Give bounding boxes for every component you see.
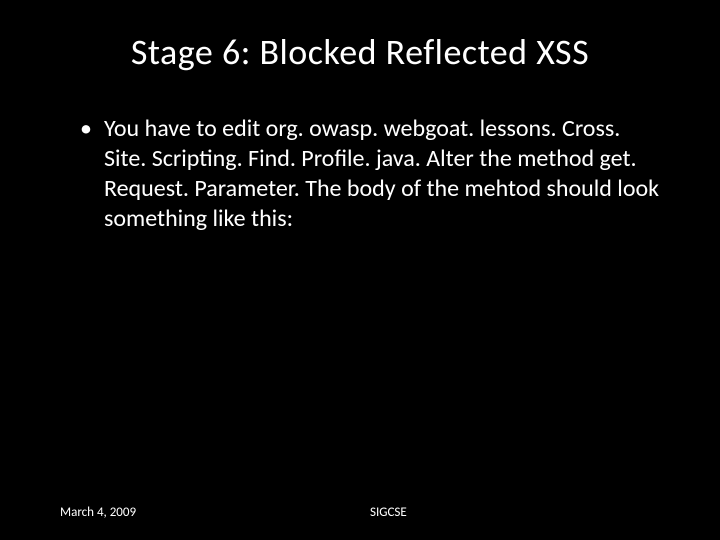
bullet-item: • You have to edit org. owasp. webgoat. … — [80, 114, 660, 234]
footer-date: March 4, 2009 — [60, 505, 300, 520]
slide-title: Stage 6: Blocked Reflected XSS — [60, 30, 660, 74]
slide-footer: March 4, 2009 SIGCSE — [60, 505, 660, 520]
bullet-text: You have to edit org. owasp. webgoat. le… — [104, 114, 659, 233]
footer-center: SIGCSE — [300, 505, 420, 520]
bullet-marker: • — [80, 114, 92, 144]
slide-body: • You have to edit org. owasp. webgoat. … — [60, 114, 660, 234]
slide-container: Stage 6: Blocked Reflected XSS • You hav… — [0, 0, 720, 540]
